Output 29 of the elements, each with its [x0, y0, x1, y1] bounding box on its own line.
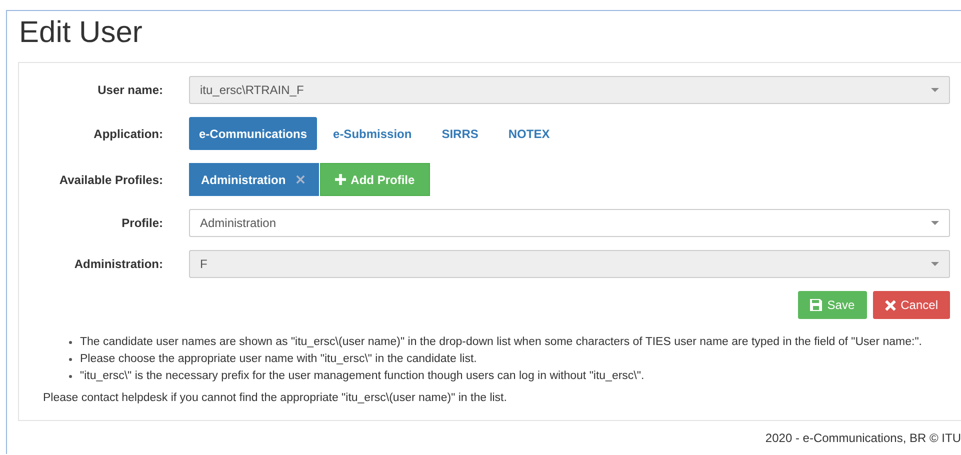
remove-icon[interactable] [296, 175, 305, 184]
field-label: Administration: [73, 257, 163, 271]
application-tab[interactable]: e-Communications [189, 117, 318, 150]
select-field[interactable]: Administration [189, 209, 950, 237]
profile-tag[interactable]: Administration [189, 163, 319, 196]
page-title: Edit User [18, 15, 144, 51]
save-button[interactable]: Save [798, 291, 867, 319]
note-text: Please choose the appropriate user name with "itu_ersc\" in the candidate list. [80, 352, 477, 367]
application-tab[interactable]: NOTEX [494, 117, 564, 150]
application-tab[interactable]: e-Submission [319, 117, 426, 150]
bullet-icon [69, 358, 72, 361]
field-label: Profile: [120, 216, 163, 230]
field-label: Application: [92, 126, 163, 140]
field-label: Available Profiles: [58, 172, 163, 186]
add-profile-button[interactable]: Add Profile [320, 163, 430, 196]
bullet-icon [69, 375, 72, 378]
contact-text: Please contact helpdesk if you cannot find the appropriate "itu_ersc\(user name)" in the list. [43, 392, 508, 404]
bullet-icon [69, 341, 72, 344]
caret-icon [931, 262, 939, 266]
footer-text: 2020 - e-Communications, BR © ITU [765, 431, 961, 445]
caret-icon [931, 88, 939, 92]
note-text: The candidate user names are shown as "itu_ersc\(user name)" in the drop-down list when some characters of TIES user name are typed in the field of "User name:". [80, 335, 922, 350]
close-icon [884, 300, 896, 310]
application-tab[interactable]: SIRRS [428, 117, 492, 150]
caret-icon [931, 221, 939, 225]
field-label: User name: [96, 83, 163, 97]
note-text: "itu_ersc\" is the necessary prefix for the user management function though users can log in without "itu_ersc\". [80, 369, 644, 384]
cancel-button[interactable]: Cancel [872, 291, 950, 319]
plus-icon [334, 174, 346, 185]
